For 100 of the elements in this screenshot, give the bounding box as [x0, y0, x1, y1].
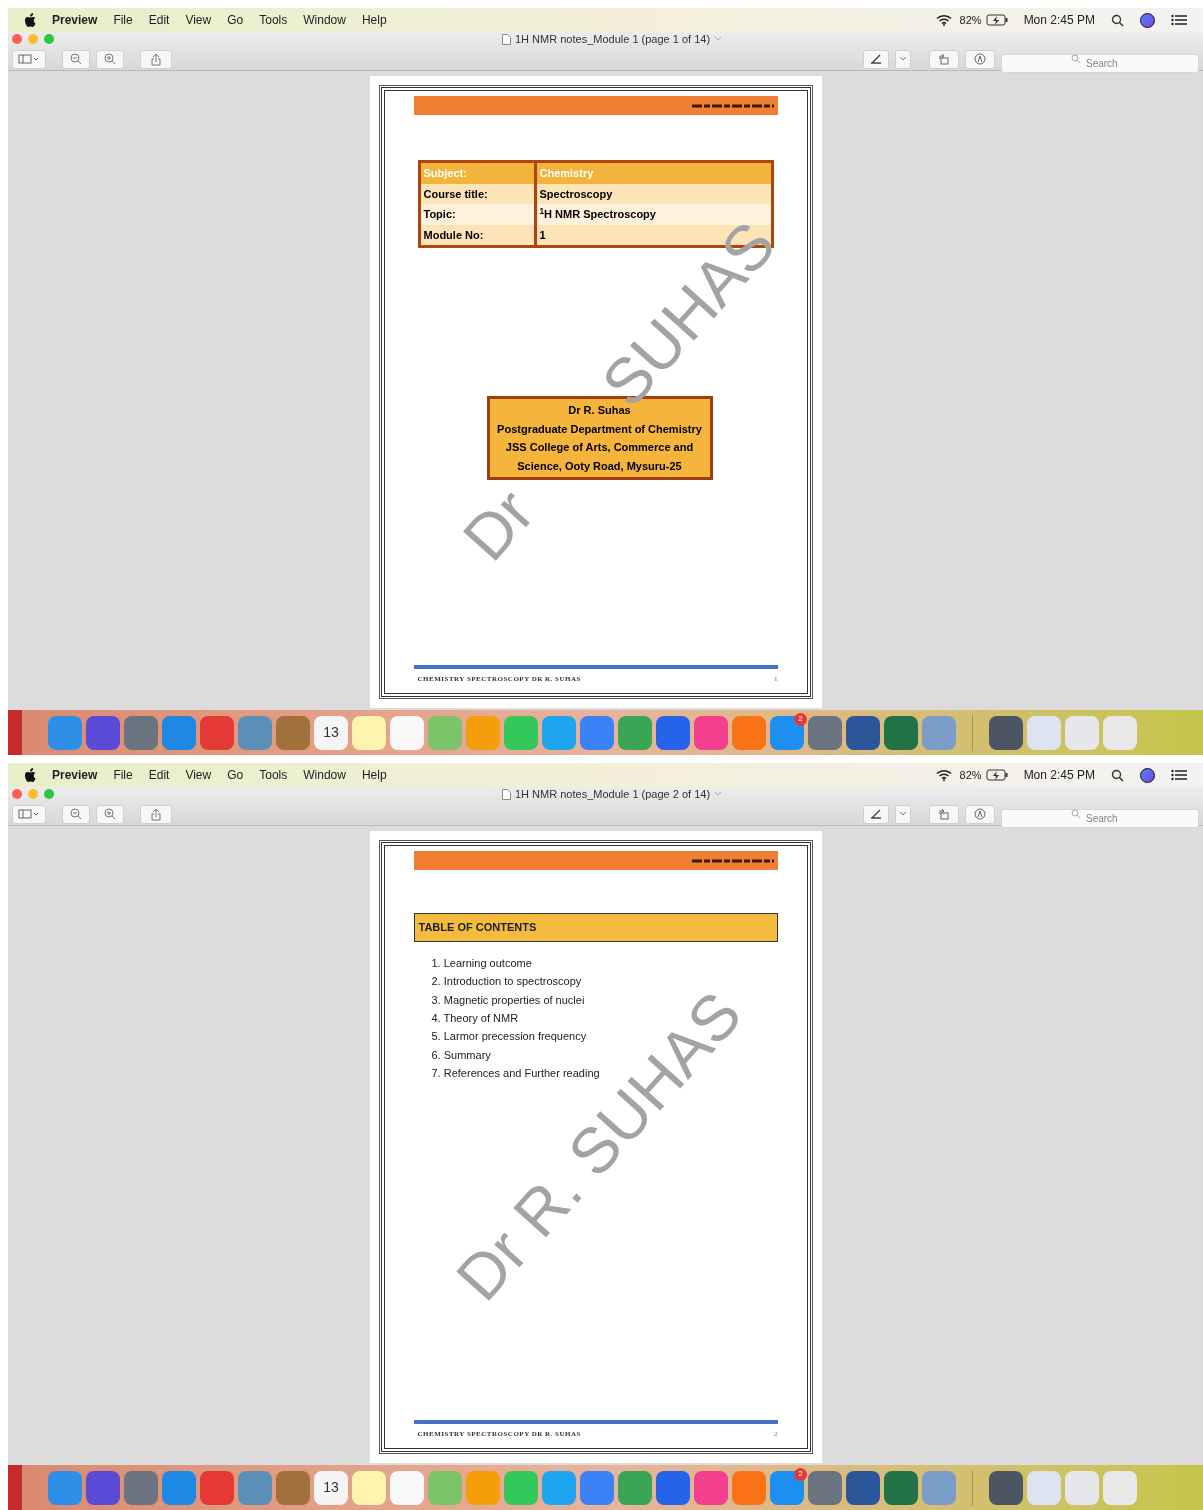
close-button[interactable]	[12, 34, 22, 45]
app-icon[interactable]	[200, 1470, 234, 1505]
annotate-button[interactable]	[965, 804, 995, 824]
app-icon[interactable]	[124, 1470, 158, 1505]
zoom-out-icon	[70, 808, 82, 821]
menu-item[interactable]: File	[113, 766, 133, 785]
dropdown-button[interactable]	[895, 49, 911, 69]
author-line: Science, Ooty Road, Mysuru-25	[517, 458, 682, 474]
dock-separator	[972, 1469, 973, 1506]
author-line: Postgraduate Department of Chemistry	[497, 421, 702, 437]
app-menu[interactable]: Preview	[52, 11, 98, 30]
menu-item[interactable]: File	[113, 11, 133, 30]
app-icon[interactable]	[694, 1470, 728, 1505]
rotate-button[interactable]	[929, 49, 959, 69]
app-icon[interactable]	[656, 715, 690, 750]
menu-item[interactable]: Tools	[259, 766, 288, 785]
minimize-button[interactable]	[28, 34, 38, 45]
dock-separator	[972, 714, 973, 751]
app-icon[interactable]	[989, 715, 1023, 750]
app-icon[interactable]	[884, 1470, 918, 1505]
search-field[interactable]: Search	[1001, 53, 1199, 73]
menu-item[interactable]: Edit	[148, 11, 170, 30]
author-line: Dr R. Suhas	[568, 403, 631, 419]
search-icon[interactable]	[1111, 768, 1124, 782]
assistant-icon[interactable]	[1140, 767, 1155, 783]
search-icon[interactable]	[1111, 13, 1124, 27]
app-icon[interactable]	[352, 1470, 386, 1505]
zoom-button[interactable]	[44, 34, 54, 45]
watermark-text: Dr	[451, 478, 545, 572]
app-menu[interactable]: Preview	[52, 766, 98, 785]
zoom-out-button[interactable]	[62, 49, 90, 69]
assistant-icon[interactable]	[1140, 12, 1155, 28]
zoom-button[interactable]	[44, 789, 54, 800]
table-cell: Module No:	[420, 224, 537, 246]
app-icon[interactable]	[352, 715, 386, 750]
app-icon[interactable]	[580, 715, 614, 750]
zoom-out-button[interactable]	[62, 804, 90, 824]
share-button[interactable]	[140, 49, 172, 69]
app-icon[interactable]	[580, 1470, 614, 1505]
pen-circle-icon	[974, 808, 986, 821]
app-icon[interactable]	[86, 715, 120, 750]
menu-item[interactable]: Window	[303, 11, 346, 30]
apple-icon[interactable]	[24, 768, 36, 783]
zoom-in-button[interactable]	[96, 49, 124, 69]
app-icon[interactable]: 2	[770, 1470, 804, 1505]
app-icon[interactable]	[694, 715, 728, 750]
app-icon[interactable]	[656, 1470, 690, 1505]
menu-item[interactable]: Edit	[148, 766, 170, 785]
chevron-down-icon[interactable]	[714, 791, 723, 798]
app-icon[interactable]	[276, 1470, 310, 1505]
app-icon[interactable]	[808, 1470, 842, 1505]
close-button[interactable]	[12, 789, 22, 800]
sidebar-button[interactable]	[12, 804, 46, 824]
menu-item[interactable]: Go	[227, 11, 244, 30]
share-button[interactable]	[140, 804, 172, 824]
app-icon[interactable]	[884, 715, 918, 750]
app-icon[interactable]: 13	[314, 715, 348, 750]
menu-item[interactable]: Help	[361, 11, 387, 30]
menu-item[interactable]: Help	[361, 766, 387, 785]
app-icon[interactable]	[200, 715, 234, 750]
app-icon[interactable]	[390, 715, 424, 750]
markup-button[interactable]	[863, 49, 889, 69]
app-icon[interactable]	[808, 715, 842, 750]
apple-icon[interactable]	[24, 13, 36, 28]
menu-item[interactable]: Window	[303, 766, 346, 785]
chevron-down-icon[interactable]	[714, 36, 723, 43]
clock[interactable]: Mon 2:45 PM	[1023, 766, 1095, 785]
chevron-down-icon	[899, 56, 907, 63]
wifi-icon[interactable]	[935, 769, 952, 782]
app-icon[interactable]	[276, 715, 310, 750]
rotate-button[interactable]	[929, 804, 959, 824]
clock[interactable]: Mon 2:45 PM	[1023, 11, 1095, 30]
sidebar-icon	[18, 809, 40, 820]
dropdown-button[interactable]	[895, 804, 911, 824]
app-icon[interactable]	[124, 715, 158, 750]
list-icon[interactable]	[1171, 14, 1187, 27]
menu-item[interactable]: View	[185, 766, 212, 785]
battery-icon[interactable]	[985, 14, 1008, 27]
pen-icon	[870, 54, 882, 65]
app-icon[interactable]	[989, 1470, 1023, 1505]
app-icon[interactable]	[86, 1470, 120, 1505]
menu-item[interactable]: Go	[227, 766, 244, 785]
sidebar-button[interactable]	[12, 49, 46, 69]
app-icon[interactable]: 13	[314, 1470, 348, 1505]
app-icon[interactable]	[846, 715, 880, 750]
share-icon	[151, 52, 161, 66]
zoom-out-icon	[70, 53, 82, 66]
minimize-button[interactable]	[28, 789, 38, 800]
app-icon[interactable]	[390, 1470, 424, 1505]
menu-item[interactable]: Tools	[259, 11, 288, 30]
list-icon[interactable]	[1171, 769, 1187, 782]
menu-item[interactable]: View	[185, 11, 212, 30]
search-field[interactable]: Search	[1001, 808, 1199, 828]
annotate-button[interactable]	[965, 49, 995, 69]
markup-button[interactable]	[863, 804, 889, 824]
app-icon[interactable]: 2	[770, 715, 804, 750]
zoom-in-button[interactable]	[96, 804, 124, 824]
wifi-icon[interactable]	[935, 14, 952, 27]
battery-icon[interactable]	[985, 769, 1008, 782]
app-icon[interactable]	[846, 1470, 880, 1505]
